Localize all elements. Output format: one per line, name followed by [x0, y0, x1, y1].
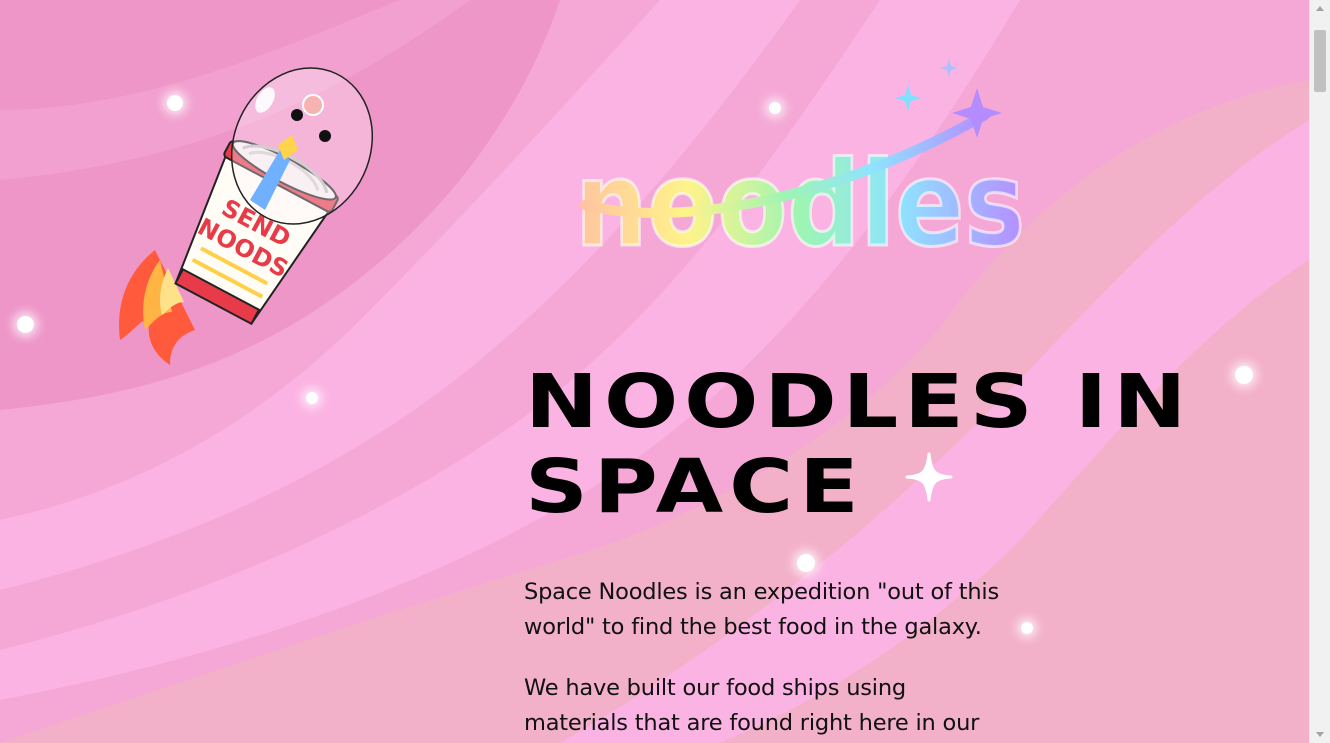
- sparkle-icon: [905, 452, 953, 502]
- title-line-1: NOODLES IN: [525, 359, 1193, 445]
- arrow-down-icon[interactable]: [1310, 726, 1330, 743]
- star-dot: [306, 392, 318, 404]
- scrollbar-thumb[interactable]: [1314, 30, 1326, 92]
- noodle-cup-rocket-illustration: SEND NOODS: [119, 67, 374, 365]
- star-dot: [1235, 366, 1253, 384]
- about-paragraph-2-line-1: We have built our food ships using: [524, 675, 906, 701]
- arrow-up-icon[interactable]: [1310, 0, 1330, 17]
- about-paragraph-2-line-2: materials that are found right here in o…: [524, 709, 980, 736]
- hero-section: SEND NOODS noodles NOODLES IN SPACE Spac…: [0, 0, 1309, 743]
- about-paragraph-1-line-2: world" to find the best food in the gala…: [524, 613, 982, 640]
- vertical-scrollbar[interactable]: [1309, 0, 1330, 743]
- star-dot: [17, 316, 34, 333]
- page-title: NOODLES IN SPACE: [525, 360, 1192, 530]
- noodles-logo: noodles: [574, 59, 1027, 270]
- about-paragraph-1: Space Noodles is an expedition "out of t…: [524, 575, 1044, 644]
- title-line-2: SPACE: [525, 444, 865, 530]
- star-dot: [797, 554, 815, 572]
- about-paragraph-1-line-1: Space Noodles is an expedition "out of t…: [524, 579, 999, 605]
- about-paragraph-2: We have built our food ships using mater…: [524, 671, 1044, 740]
- logo-wordmark: noodles: [575, 135, 1025, 270]
